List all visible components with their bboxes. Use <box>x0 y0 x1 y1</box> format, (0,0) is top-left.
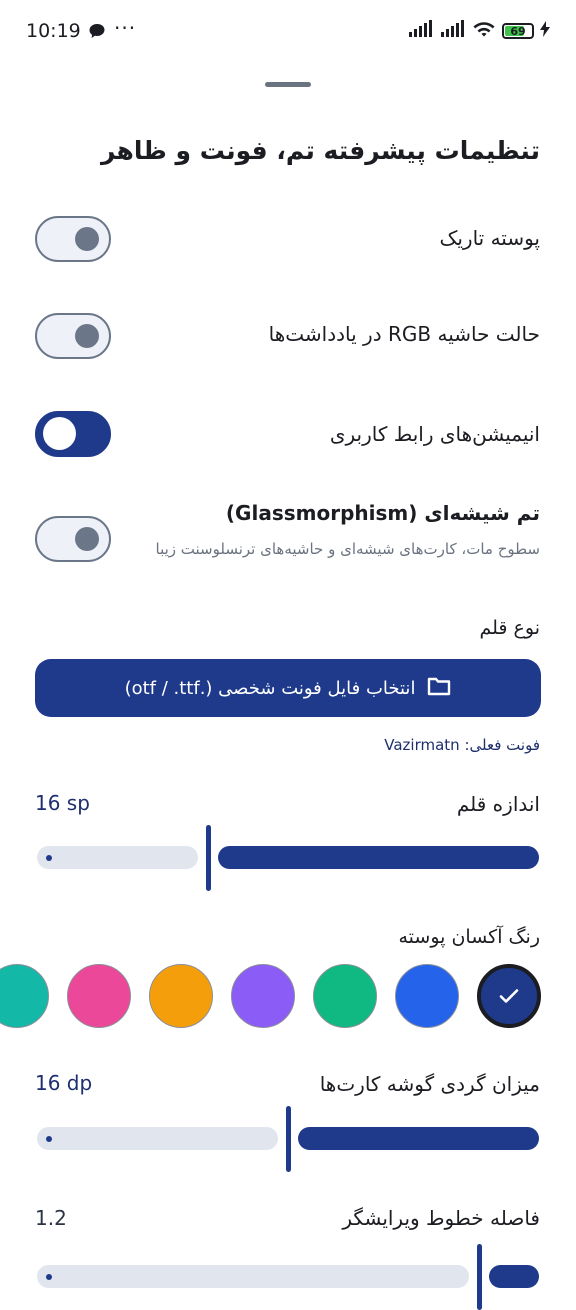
check-icon <box>481 968 537 1024</box>
slider-stop-dot <box>46 1136 52 1142</box>
line-spacing-value: 1.2 <box>35 1206 67 1230</box>
glassmorphism-subtitle: سطوح مات، کارت‌های شیشه‌ای و حاشیه‌های ت… <box>155 540 540 558</box>
accent-swatch[interactable] <box>149 964 213 1028</box>
pick-font-file-label: انتخاب فایل فونت شخصی (.otf / .ttf) <box>124 677 416 699</box>
corner-radius-slider[interactable] <box>37 1106 539 1172</box>
more-notifications-icon: ··· <box>114 16 137 40</box>
slider-thumb[interactable] <box>286 1106 291 1172</box>
sheet-title: تنظیمات پیشرفته تم، فونت و ظاهر <box>100 136 540 165</box>
signal-icon-2 <box>440 20 466 42</box>
slider-active-track <box>489 1265 539 1288</box>
glassmorphism-label: تم شیشه‌ای (Glassmorphism) <box>225 501 540 525</box>
status-bar: 10:19 ··· 69 <box>0 0 576 64</box>
status-time: 10:19 <box>26 20 81 42</box>
slider-active-track <box>298 1127 539 1150</box>
switch-knob <box>75 324 99 348</box>
slider-active-track <box>218 846 539 869</box>
slider-inactive-track <box>37 846 198 869</box>
font-size-slider[interactable] <box>37 825 539 891</box>
switch-knob <box>75 227 99 251</box>
switch-knob <box>75 527 99 551</box>
accent-color-swatches <box>0 964 576 1034</box>
accent-swatch[interactable] <box>313 964 377 1028</box>
dark-theme-switch[interactable] <box>35 216 111 262</box>
rgb-border-switch[interactable] <box>35 313 111 359</box>
sheet-drag-handle[interactable] <box>265 82 311 87</box>
chat-bubble-icon <box>88 22 106 44</box>
wifi-icon <box>472 20 496 42</box>
current-font-text: فونت فعلی: Vazirmatn <box>384 736 540 754</box>
rgb-border-label: حالت حاشیه RGB در یادداشت‌ها <box>268 322 540 346</box>
slider-inactive-track <box>37 1265 469 1288</box>
font-size-value: 16 sp <box>35 791 90 815</box>
accent-swatch[interactable] <box>231 964 295 1028</box>
dark-theme-label: پوسته تاریک <box>439 226 540 250</box>
font-type-label: نوع قلم <box>479 617 541 639</box>
accent-swatch[interactable] <box>395 964 459 1028</box>
glassmorphism-switch[interactable] <box>35 516 111 562</box>
accent-swatch[interactable] <box>67 964 131 1028</box>
line-spacing-slider[interactable] <box>37 1244 539 1310</box>
ui-animations-switch[interactable] <box>35 411 111 457</box>
corner-radius-label: میزان گردی گوشه کارت‌ها <box>319 1072 540 1096</box>
slider-stop-dot <box>46 1274 52 1280</box>
battery-level: 69 <box>510 24 526 38</box>
accent-color-label: رنگ آکسان پوسته <box>398 926 540 948</box>
slider-inactive-track <box>37 1127 278 1150</box>
slider-thumb[interactable] <box>206 825 211 891</box>
accent-swatch[interactable] <box>477 964 541 1028</box>
corner-radius-value: 16 dp <box>35 1071 93 1095</box>
folder-icon <box>427 675 451 702</box>
charging-icon <box>540 21 550 41</box>
battery-icon: 69 <box>502 23 534 39</box>
accent-swatch[interactable] <box>0 964 49 1028</box>
switch-knob <box>43 417 76 450</box>
ui-animations-label: انیمیشن‌های رابط کاربری <box>329 422 540 446</box>
signal-icon <box>408 20 434 42</box>
font-size-label: اندازه قلم <box>456 792 540 816</box>
pick-font-file-button[interactable]: انتخاب فایل فونت شخصی (.otf / .ttf) <box>35 659 541 717</box>
slider-stop-dot <box>46 855 52 861</box>
line-spacing-label: فاصله خطوط ویرایشگر <box>342 1206 540 1230</box>
slider-thumb[interactable] <box>477 1244 482 1310</box>
